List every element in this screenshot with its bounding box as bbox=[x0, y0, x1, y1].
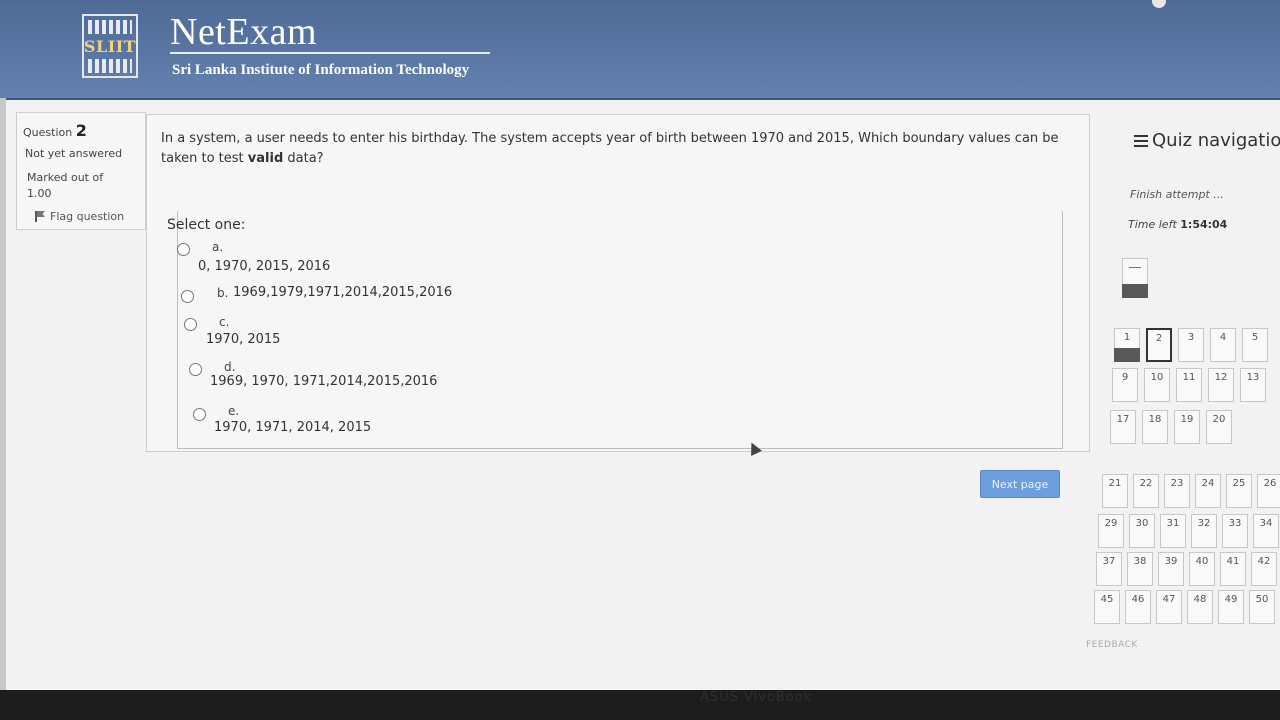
nav-question-button-42[interactable]: 42 bbox=[1251, 552, 1277, 586]
nav-question-button-13[interactable]: 13 bbox=[1240, 368, 1266, 402]
question-text-bold: valid bbox=[247, 151, 284, 166]
nav-question-button-31[interactable]: 31 bbox=[1160, 514, 1186, 548]
institute-name: Sri Lanka Institute of Information Techn… bbox=[172, 62, 470, 78]
finish-attempt-link[interactable]: Finish attempt ... bbox=[1130, 188, 1224, 201]
nav-question-button-11[interactable]: 11 bbox=[1176, 368, 1202, 402]
nav-question-button-29[interactable]: 29 bbox=[1098, 514, 1124, 548]
nav-question-button-22[interactable]: 22 bbox=[1133, 474, 1159, 508]
brand-divider bbox=[170, 52, 490, 54]
radio-option-e[interactable] bbox=[193, 408, 206, 421]
option-value: 1969,1979,1971,2014,2015,2016 bbox=[233, 285, 453, 300]
time-left-value: 1:54:04 bbox=[1180, 218, 1228, 231]
nav-question-button-45[interactable]: 45 bbox=[1094, 590, 1120, 624]
radio-option-b[interactable] bbox=[181, 290, 194, 303]
question-number-value: 2 bbox=[75, 121, 87, 140]
question-text-end: data? bbox=[283, 151, 324, 166]
nav-question-button-33[interactable]: 33 bbox=[1222, 514, 1248, 548]
nav-question-button-34[interactable]: 34 bbox=[1253, 514, 1279, 548]
radio-option-c[interactable] bbox=[184, 318, 197, 331]
mark-info: Marked out of 1.00 bbox=[27, 170, 103, 202]
nav-question-button-41[interactable]: 41 bbox=[1220, 552, 1246, 586]
logo-grid bbox=[88, 58, 132, 73]
nav-question-button-18[interactable]: 18 bbox=[1142, 410, 1168, 444]
option-value: 1969, 1970, 1971,2014,2015,2016 bbox=[210, 374, 438, 389]
nav-question-button-24[interactable]: 24 bbox=[1195, 474, 1221, 508]
nav-question-button-32[interactable]: 32 bbox=[1191, 514, 1217, 548]
option-letter: b. bbox=[217, 286, 229, 300]
nav-question-button-20[interactable]: 20 bbox=[1206, 410, 1232, 444]
sliit-logo[interactable]: SLIIT bbox=[82, 14, 138, 78]
nav-question-button-49[interactable]: 49 bbox=[1218, 590, 1244, 624]
laptop-bezel bbox=[0, 690, 1280, 720]
info-marker bbox=[1129, 267, 1141, 268]
app-name[interactable]: NetExam bbox=[170, 10, 317, 54]
nav-question-button-4[interactable]: 4 bbox=[1210, 328, 1236, 362]
nav-question-button-50[interactable]: 50 bbox=[1249, 590, 1275, 624]
question-label: Question bbox=[23, 126, 73, 139]
select-one-label: Select one: bbox=[167, 217, 246, 233]
nav-question-button-46[interactable]: 46 bbox=[1125, 590, 1151, 624]
screen-edge bbox=[0, 98, 6, 698]
question-panel: In a system, a user needs to enter his b… bbox=[146, 114, 1090, 452]
nav-question-button-47[interactable]: 47 bbox=[1156, 590, 1182, 624]
nav-question-button-26[interactable]: 26 bbox=[1257, 474, 1280, 508]
nav-question-button-9[interactable]: 9 bbox=[1112, 368, 1138, 402]
nav-question-button-10[interactable]: 10 bbox=[1144, 368, 1170, 402]
nav-question-button-40[interactable]: 40 bbox=[1189, 552, 1215, 586]
flag-question-button[interactable]: Flag question bbox=[35, 210, 124, 223]
option-letter: c. bbox=[219, 315, 230, 329]
nav-question-button-39[interactable]: 39 bbox=[1158, 552, 1184, 586]
feedback-section: FEEDBACK bbox=[1086, 640, 1138, 650]
option-letter: e. bbox=[228, 404, 240, 418]
nav-question-button-19[interactable]: 19 bbox=[1174, 410, 1200, 444]
radio-option-a[interactable] bbox=[177, 243, 190, 256]
nav-question-button-5[interactable]: 5 bbox=[1242, 328, 1268, 362]
nav-question-button-21[interactable]: 21 bbox=[1102, 474, 1128, 508]
nav-question-button-30[interactable]: 30 bbox=[1129, 514, 1155, 548]
quiz-navigation-title: Quiz navigation bbox=[1134, 130, 1280, 151]
option-value: 1970, 1971, 2014, 2015 bbox=[214, 420, 372, 435]
site-header: SLIIT NetExam Sri Lanka Institute of Inf… bbox=[0, 0, 1280, 100]
option-letter: d. bbox=[224, 360, 236, 374]
option-value: 0, 1970, 2015, 2016 bbox=[198, 259, 331, 274]
answer-state: Not yet answered bbox=[25, 147, 123, 160]
nav-question-button-1[interactable]: 1 bbox=[1114, 328, 1140, 362]
max-mark: 1.00 bbox=[27, 187, 52, 200]
nav-question-button-25[interactable]: 25 bbox=[1226, 474, 1252, 508]
question-info: Question 2 Not yet answered Marked out o… bbox=[16, 112, 146, 230]
option-letter: a. bbox=[212, 240, 224, 254]
nav-question-button-38[interactable]: 38 bbox=[1127, 552, 1153, 586]
nav-question-button-2[interactable]: 2 bbox=[1146, 328, 1172, 362]
radio-option-d[interactable] bbox=[189, 363, 202, 376]
nav-question-button-48[interactable]: 48 bbox=[1187, 590, 1213, 624]
option-value: 1970, 2015 bbox=[206, 332, 281, 347]
hamburger-icon[interactable] bbox=[1134, 134, 1148, 147]
nav-question-button-23[interactable]: 23 bbox=[1164, 474, 1190, 508]
next-page-button[interactable]: Next page bbox=[980, 470, 1060, 498]
question-text: In a system, a user needs to enter his b… bbox=[161, 129, 1061, 169]
logo-text: SLIIT bbox=[83, 36, 137, 56]
flag-question-label: Flag question bbox=[50, 210, 125, 223]
nav-question-button-3[interactable]: 3 bbox=[1178, 328, 1204, 362]
quiz-navigation-label: Quiz navigation bbox=[1152, 130, 1280, 151]
device-brand: ASUS VivoBook bbox=[700, 690, 813, 705]
time-left: Time left 1:54:04 bbox=[1128, 218, 1227, 231]
time-left-label: Time left bbox=[1128, 218, 1177, 231]
logo-grid bbox=[88, 19, 132, 34]
flag-icon bbox=[35, 211, 45, 222]
nav-question-button-i[interactable] bbox=[1122, 258, 1148, 298]
marked-label: Marked out of bbox=[27, 171, 104, 184]
question-number: Question 2 bbox=[23, 121, 87, 140]
answer-box bbox=[177, 211, 1063, 449]
nav-question-button-37[interactable]: 37 bbox=[1096, 552, 1122, 586]
nav-question-button-12[interactable]: 12 bbox=[1208, 368, 1234, 402]
nav-question-button-17[interactable]: 17 bbox=[1110, 410, 1136, 444]
